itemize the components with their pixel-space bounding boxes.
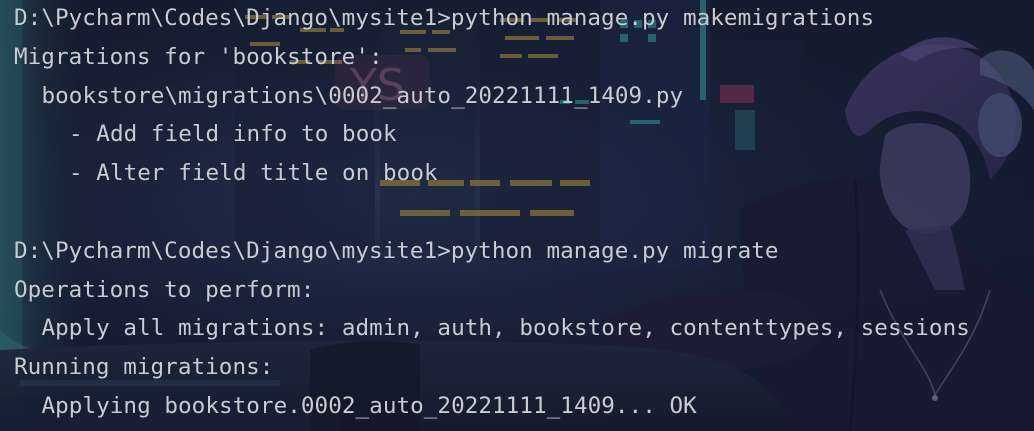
terminal-line-command-makemigrations: D:\Pycharm\Codes\Django\mysite1>python m… [14, 5, 875, 31]
terminal-line-command-migrate: D:\Pycharm\Codes\Django\mysite1>python m… [14, 237, 779, 264]
terminal-line-apply-all: Apply all migrations: admin, auth, books… [41, 315, 970, 342]
terminal-line-applying-ok: Applying bookstore.0002_auto_20221111_14… [41, 392, 697, 419]
terminal-line-alter-field: - Alter field title on book [69, 160, 438, 187]
terminal-line-operations-header: Operations to perform: [14, 276, 315, 303]
terminal-line-add-field: - Add field info to book [69, 121, 397, 148]
terminal-output[interactable]: D:\Pycharm\Codes\Django\mysite1>python m… [0, 0, 1034, 431]
terminal-line-migration-file: bookstore\migrations\0002_auto_20221111_… [41, 82, 684, 109]
terminal-line-running-header: Running migrations: [14, 354, 274, 381]
terminal-line-migrations-header: Migrations for 'bookstore': [14, 43, 383, 70]
